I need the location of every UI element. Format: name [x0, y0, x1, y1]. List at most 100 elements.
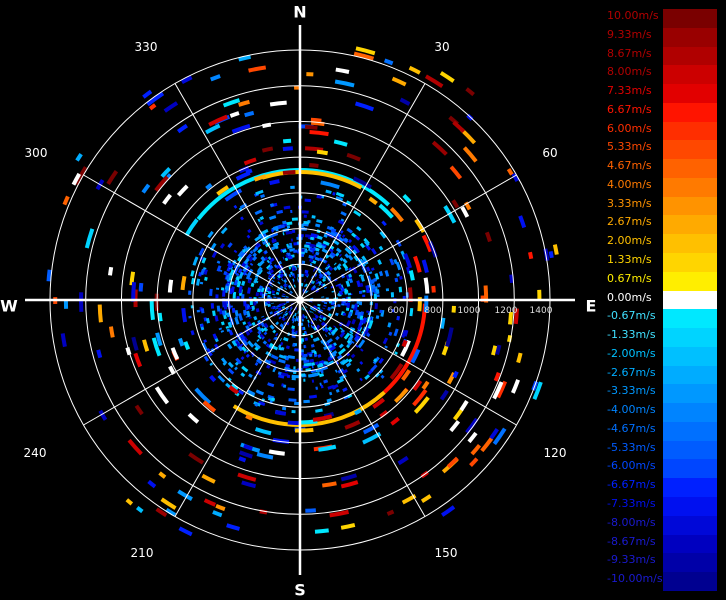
- echo-gate: [247, 228, 252, 234]
- echo-gate: [312, 317, 316, 322]
- echo-gate: [167, 279, 174, 293]
- echo-gate: [180, 75, 193, 85]
- legend-swatch: [663, 553, 717, 573]
- echo-gate: [242, 321, 247, 326]
- echo-gate: [229, 288, 234, 295]
- echo-gate: [229, 111, 240, 118]
- echo-gate: [212, 333, 218, 340]
- echo-gate: [308, 254, 315, 260]
- echo-gate: [340, 287, 345, 292]
- echo-gate: [323, 361, 328, 365]
- echo-gate: [318, 373, 325, 378]
- echo-gate: [238, 456, 247, 463]
- echo-gate: [309, 358, 315, 363]
- echo-gate: [408, 65, 421, 75]
- echo-gate: [283, 284, 287, 288]
- echo-gate: [239, 346, 243, 350]
- echo-gate: [282, 384, 287, 388]
- echo-gate: [309, 247, 316, 252]
- echo-gate: [470, 443, 482, 456]
- echo-gate: [238, 207, 243, 212]
- legend-swatch: [663, 215, 717, 235]
- echo-gate: [250, 282, 255, 288]
- echo-gate: [330, 228, 336, 234]
- echo-gate: [255, 280, 259, 284]
- echo-gate: [320, 180, 340, 190]
- echo-gate: [138, 282, 144, 292]
- legend-item: 4.67m/s: [604, 159, 722, 178]
- echo-gate: [460, 206, 470, 218]
- echo-gate: [259, 285, 263, 290]
- echo-gate: [342, 387, 348, 392]
- legend-label: 2.67m/s: [607, 215, 652, 229]
- echo-gate: [322, 275, 327, 280]
- legend-swatch: [663, 478, 717, 498]
- echo-gate: [518, 215, 527, 229]
- echo-gate: [154, 175, 169, 192]
- legend-swatch: [663, 140, 717, 160]
- echo-gate: [203, 339, 208, 343]
- legend-label: 0.67m/s: [607, 271, 652, 285]
- echo-gate: [154, 386, 170, 405]
- echo-gate: [273, 366, 277, 371]
- echo-gate: [178, 526, 193, 537]
- echo-gate: [246, 234, 251, 239]
- echo-gate: [291, 272, 295, 277]
- echo-gate: [280, 276, 284, 280]
- echo-gate: [266, 364, 271, 369]
- echo-gate: [255, 308, 260, 313]
- echo-gate: [342, 258, 348, 264]
- echo-gate: [398, 286, 403, 293]
- echo-gate: [227, 262, 232, 267]
- echo-gate: [272, 241, 280, 247]
- echo-gate: [366, 332, 371, 338]
- echo-gate: [162, 193, 172, 205]
- echo-gate: [285, 345, 290, 350]
- legend-label: -8.00m/s: [607, 515, 656, 529]
- echo-gate: [254, 209, 263, 216]
- echo-gate: [255, 189, 264, 196]
- legend-swatch: [663, 384, 717, 404]
- echo-gate: [314, 273, 318, 277]
- echo-gate: [271, 397, 276, 402]
- legend-item: 5.33m/s: [604, 140, 722, 160]
- echo-gate: [388, 331, 393, 336]
- echo-gate: [46, 269, 52, 282]
- echo-gate: [452, 120, 466, 134]
- echo-gate: [203, 498, 217, 507]
- legend-item: 7.33m/s: [604, 84, 722, 103]
- echo-gate: [262, 317, 266, 321]
- legend-label: 5.33m/s: [607, 140, 652, 154]
- echo-gate: [309, 129, 329, 137]
- echo-gate: [403, 253, 413, 269]
- legend-item: 8.67m/s: [604, 46, 722, 66]
- echo-gate: [465, 417, 479, 434]
- echo-gate: [374, 272, 380, 280]
- echo-gate: [329, 391, 333, 396]
- echo-gate: [356, 311, 362, 320]
- echo-gate: [276, 277, 280, 281]
- legend-swatch: [663, 27, 717, 47]
- legend-item: 6.67m/s: [604, 102, 722, 122]
- echo-gate: [275, 291, 280, 295]
- echo-gate: [240, 372, 246, 378]
- echo-gate: [142, 339, 150, 352]
- echo-gate: [402, 193, 412, 204]
- echo-gate: [528, 251, 534, 260]
- echo-gate: [288, 273, 292, 278]
- legend-swatch: [663, 84, 717, 103]
- echo-gate: [234, 366, 238, 371]
- echo-gate: [269, 257, 275, 263]
- echo-gate: [263, 322, 269, 328]
- legend-swatch: [663, 572, 717, 591]
- legend-swatch: [663, 121, 717, 141]
- echo-gate: [283, 205, 291, 210]
- echo-gate: [343, 237, 349, 243]
- echo-gate: [325, 255, 329, 259]
- echo-gate: [379, 231, 387, 239]
- echo-gate: [309, 258, 314, 263]
- echo-gate: [254, 362, 259, 366]
- echo-gate: [241, 480, 257, 489]
- echo-gate: [288, 311, 293, 316]
- echo-gate: [384, 270, 390, 277]
